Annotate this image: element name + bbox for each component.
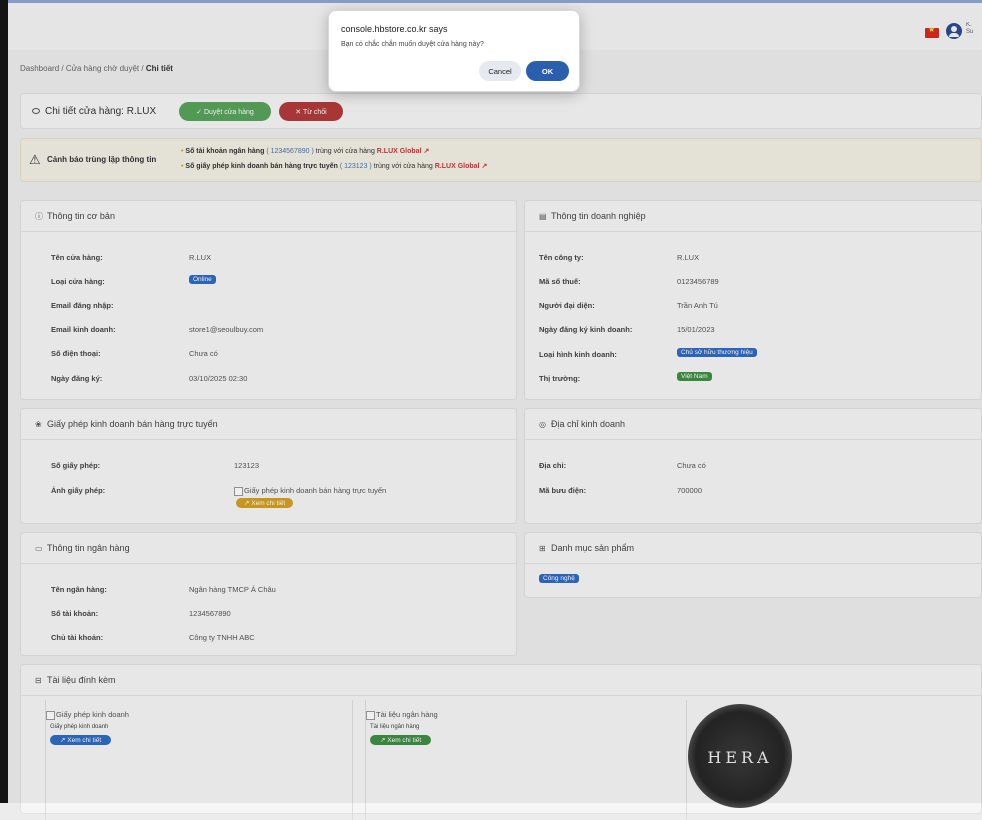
dialog-overlay [0,0,982,803]
cancel-button[interactable]: Cancel [479,61,521,81]
dialog-message: Bạn có chắc chắn muốn duyệt cửa hàng này… [341,41,484,48]
ok-button[interactable]: OK [526,61,569,81]
dialog-title: console.hbstore.co.kr says [341,24,448,34]
confirm-dialog: console.hbstore.co.kr says Bạn có chắc c… [328,10,580,92]
